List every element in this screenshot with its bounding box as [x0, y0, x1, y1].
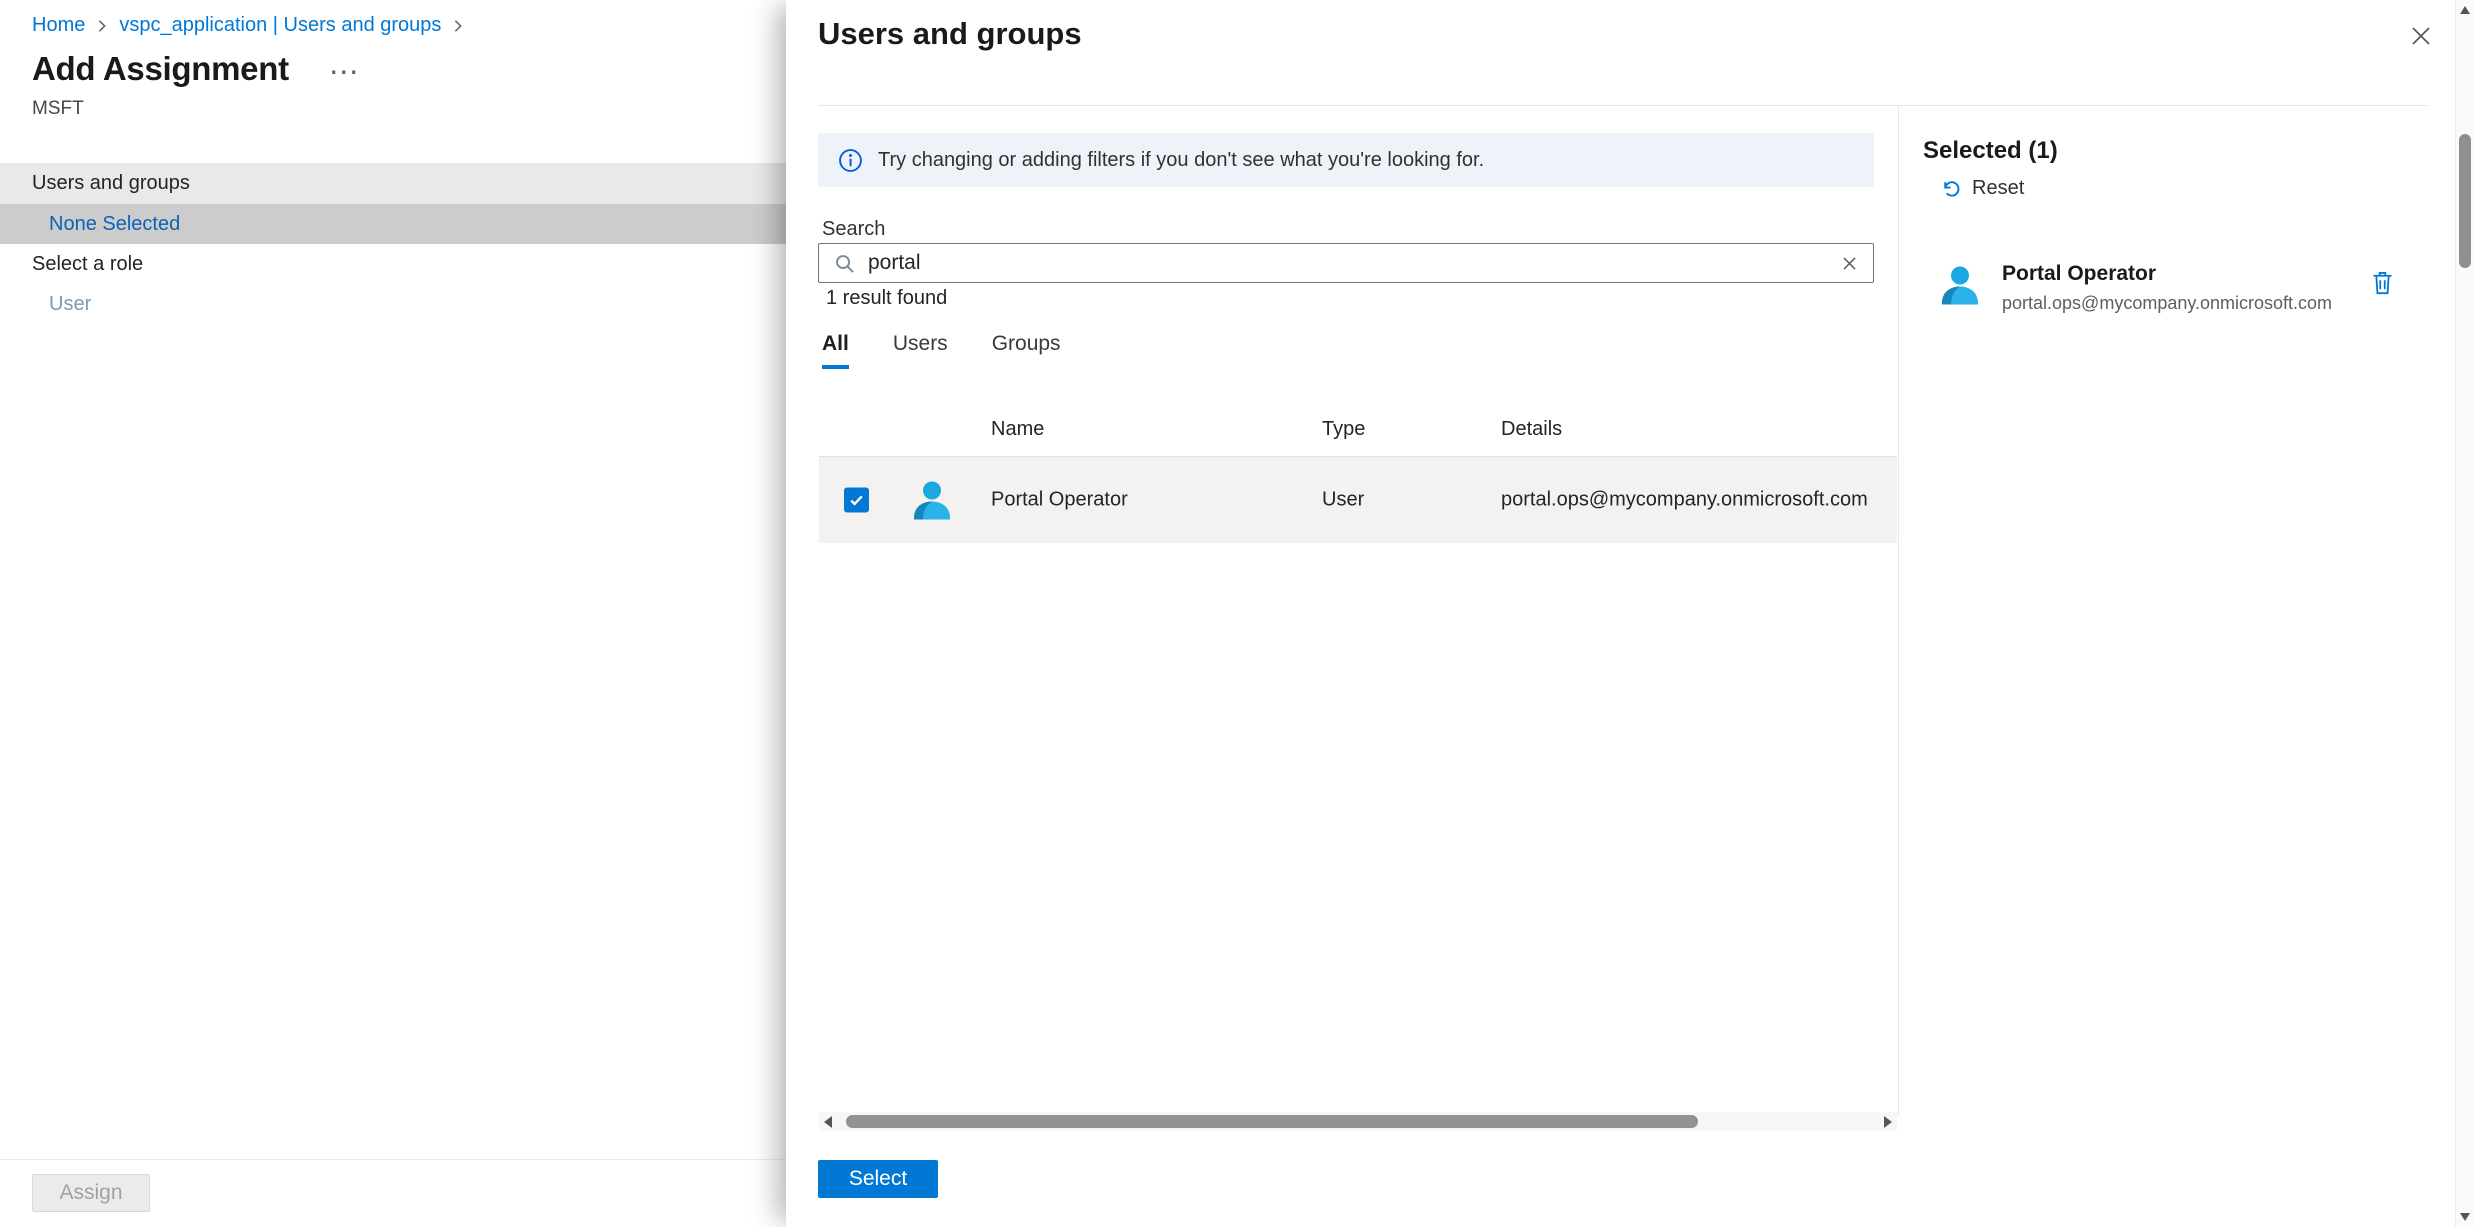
column-header-details: Details: [1501, 418, 1562, 441]
reset-label: Reset: [1972, 177, 2024, 200]
page-subtitle: MSFT: [32, 98, 84, 120]
tab-groups[interactable]: Groups: [992, 332, 1061, 369]
row-name: Portal Operator: [991, 489, 1128, 512]
users-and-groups-flyout: Users and groups Try changing or adding …: [786, 0, 2474, 1227]
column-header-type: Type: [1322, 418, 1365, 441]
clear-search-icon[interactable]: [1840, 254, 1859, 273]
panel-title-row: Add Assignment ⋯: [32, 50, 359, 88]
undo-icon: [1939, 177, 1962, 200]
info-banner-text: Try changing or adding filters if you do…: [878, 149, 1484, 172]
select-role-label: Select a role: [32, 253, 143, 276]
trash-icon: [2369, 269, 2396, 296]
more-options-button[interactable]: ⋯: [329, 63, 359, 83]
info-banner: Try changing or adding filters if you do…: [818, 133, 1874, 187]
reset-button[interactable]: Reset: [1939, 177, 2024, 200]
role-value-row[interactable]: User: [0, 284, 786, 324]
selected-panel-title: Selected (1): [1923, 137, 2058, 165]
tab-users[interactable]: Users: [893, 332, 948, 369]
users-groups-section: Users and groups: [0, 163, 786, 204]
breadcrumb: Home vspc_application | Users and groups: [32, 14, 475, 37]
scroll-up-icon[interactable]: [2460, 6, 2470, 14]
scroll-down-icon[interactable]: [2460, 1213, 2470, 1221]
tab-all[interactable]: All: [822, 332, 849, 369]
scroll-left-icon[interactable]: [824, 1116, 832, 1128]
filter-tabs: All Users Groups: [822, 332, 1105, 369]
info-icon: [838, 148, 863, 173]
search-input[interactable]: [868, 251, 1828, 275]
breadcrumb-app-link[interactable]: vspc_application | Users and groups: [119, 14, 441, 37]
table-row[interactable]: Portal Operator User portal.ops@mycompan…: [819, 457, 1897, 543]
header-divider: [818, 105, 2428, 106]
users-groups-label: Users and groups: [32, 172, 190, 195]
search-box: [818, 243, 1874, 283]
selected-item-card: Portal Operator portal.ops@mycompany.onm…: [1936, 245, 2416, 333]
row-details: portal.ops@mycompany.onmicrosoft.com: [1501, 489, 1868, 512]
selected-item-details: portal.ops@mycompany.onmicrosoft.com: [2002, 293, 2332, 314]
page-title: Add Assignment: [32, 50, 289, 88]
horizontal-scrollbar-thumb[interactable]: [846, 1115, 1698, 1128]
selected-item-name: Portal Operator: [2002, 262, 2156, 286]
scroll-right-icon[interactable]: [1884, 1116, 1892, 1128]
search-icon: [833, 252, 856, 275]
row-checkbox[interactable]: [844, 488, 869, 513]
row-type: User: [1322, 489, 1364, 512]
select-button[interactable]: Select: [818, 1160, 938, 1198]
user-avatar-icon: [1936, 261, 1984, 309]
close-icon[interactable]: [2406, 22, 2436, 52]
left-panel-footer: Assign: [0, 1159, 786, 1227]
results-count: 1 result found: [826, 287, 947, 310]
chevron-right-icon: [451, 19, 465, 33]
horizontal-scrollbar[interactable]: [819, 1112, 1897, 1131]
vertical-scrollbar-thumb[interactable]: [2459, 134, 2471, 268]
chevron-right-icon: [95, 19, 109, 33]
add-assignment-pane: Home vspc_application | Users and groups…: [0, 0, 786, 1227]
role-user-link[interactable]: User: [49, 293, 91, 316]
search-label: Search: [822, 218, 885, 241]
vertical-scrollbar[interactable]: [2455, 0, 2474, 1227]
user-avatar-icon: [908, 476, 956, 524]
page: Home vspc_application | Users and groups…: [0, 0, 2474, 1227]
sidebar-divider: [1898, 106, 1899, 1116]
breadcrumb-home-link[interactable]: Home: [32, 14, 85, 37]
none-selected-link[interactable]: None Selected: [49, 213, 180, 236]
flyout-title: Users and groups: [818, 16, 1082, 52]
column-header-name: Name: [991, 418, 1044, 441]
select-role-section: Select a role: [0, 244, 786, 284]
remove-selected-button[interactable]: [2369, 269, 2396, 299]
assign-button[interactable]: Assign: [32, 1174, 150, 1212]
users-groups-selected-row[interactable]: None Selected: [0, 204, 786, 244]
